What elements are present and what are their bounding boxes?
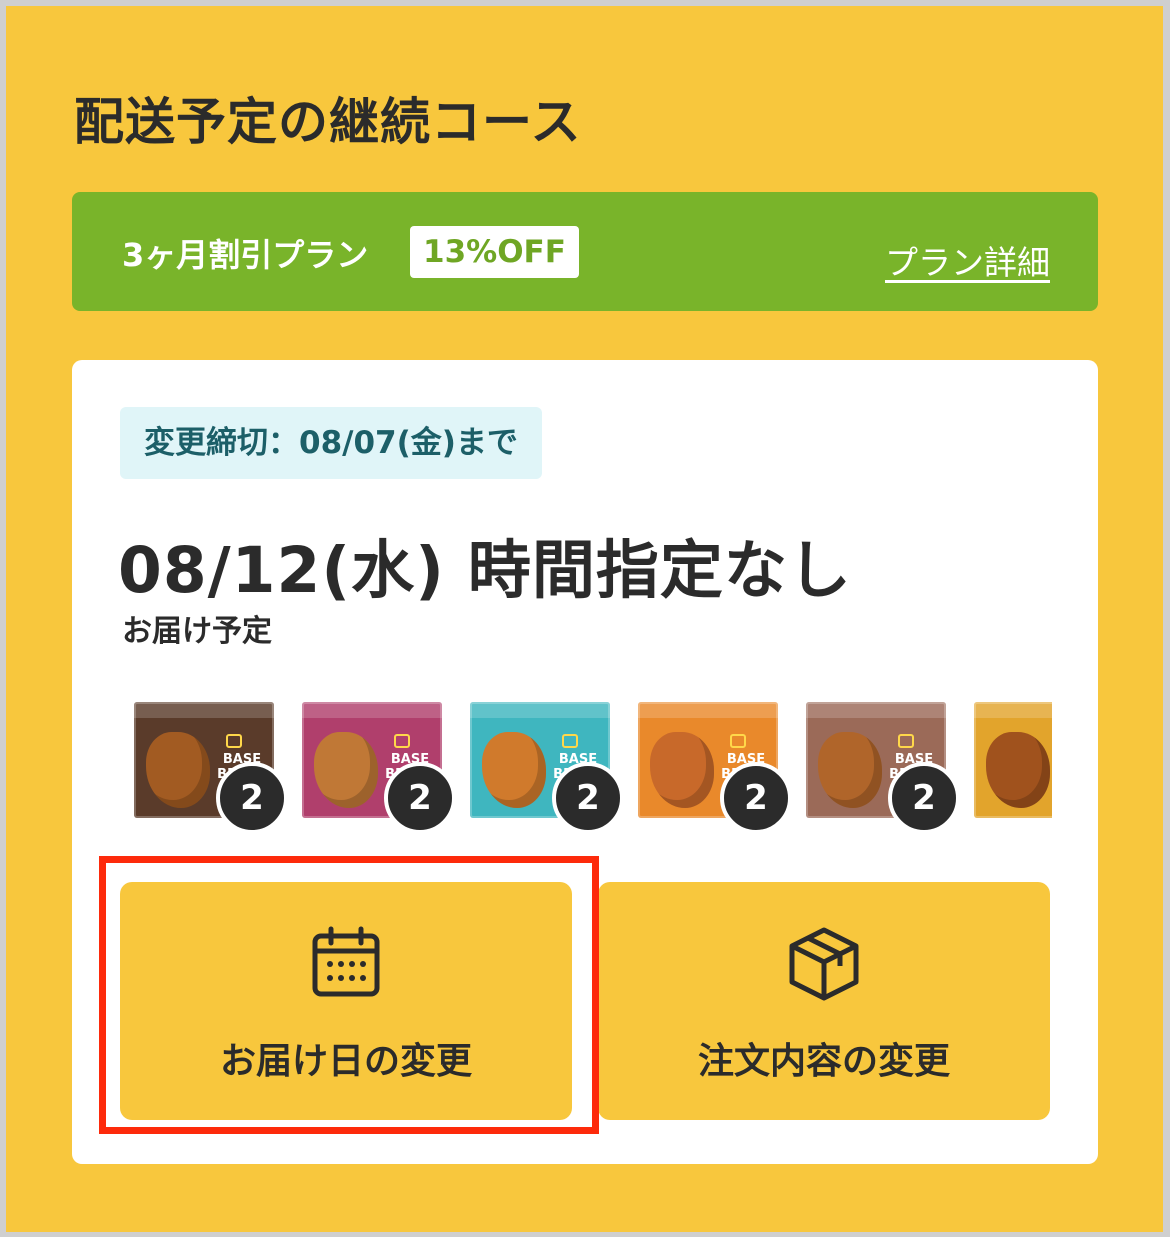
package-label-strip bbox=[806, 702, 946, 718]
change-delivery-date-button[interactable]: お届け日の変更 bbox=[120, 882, 572, 1120]
quantity-badge: 2 bbox=[216, 762, 288, 834]
bread-illustration bbox=[314, 732, 378, 808]
package-label-strip bbox=[638, 702, 778, 718]
discount-badge: 13%OFF bbox=[410, 226, 579, 278]
change-deadline-badge: 変更締切：08/07(金)まで bbox=[120, 407, 542, 479]
delivery-card: 変更締切：08/07(金)まで 08/12(水) 時間指定なし お届け予定 BA… bbox=[72, 360, 1098, 1164]
plan-detail-link[interactable]: プラン詳細 bbox=[885, 236, 1050, 284]
page-title: 配送予定の継続コース bbox=[74, 93, 582, 151]
change-order-label: 注文内容の変更 bbox=[697, 1041, 950, 1082]
brand-logo-icon bbox=[898, 734, 914, 748]
brand-logo-icon bbox=[226, 734, 242, 748]
package-label-strip bbox=[302, 702, 442, 718]
product-item: BASE BREAD2 bbox=[470, 692, 624, 842]
product-item bbox=[974, 692, 1052, 842]
package-label-strip bbox=[470, 702, 610, 718]
course-panel: 配送予定の継続コース 3ヶ月割引プラン 13%OFF プラン詳細 変更締切：08… bbox=[6, 6, 1163, 1232]
plan-name: 3ヶ月割引プラン bbox=[122, 236, 369, 274]
product-item: BASE BREAD2 bbox=[134, 692, 288, 842]
brand-logo-icon bbox=[730, 734, 746, 748]
brand-logo-icon bbox=[562, 734, 578, 748]
product-list: BASE BREAD2BASE BREAD2BASE BREAD2BASE BR… bbox=[134, 692, 1052, 842]
package-label-strip bbox=[974, 702, 1052, 718]
plan-bar: 3ヶ月割引プラン 13%OFF プラン詳細 bbox=[72, 192, 1098, 311]
package-label-strip bbox=[134, 702, 274, 718]
product-item: BASE BREAD2 bbox=[302, 692, 456, 842]
quantity-badge: 2 bbox=[888, 762, 960, 834]
delivery-caption: お届け予定 bbox=[122, 614, 272, 649]
change-order-button[interactable]: 注文内容の変更 bbox=[598, 882, 1050, 1120]
delivery-date: 08/12(水) 時間指定なし bbox=[118, 534, 852, 607]
product-package-image bbox=[974, 702, 1052, 818]
product-item: BASE BREAD2 bbox=[806, 692, 960, 842]
calendar-icon bbox=[312, 926, 380, 997]
bread-illustration bbox=[146, 732, 210, 808]
bread-illustration bbox=[986, 732, 1050, 808]
quantity-badge: 2 bbox=[384, 762, 456, 834]
package-box-icon bbox=[789, 927, 859, 1001]
quantity-badge: 2 bbox=[720, 762, 792, 834]
bread-illustration bbox=[650, 732, 714, 808]
bread-illustration bbox=[482, 732, 546, 808]
brand-logo-icon bbox=[394, 734, 410, 748]
bread-illustration bbox=[818, 732, 882, 808]
quantity-badge: 2 bbox=[552, 762, 624, 834]
product-item: BASE BREAD2 bbox=[638, 692, 792, 842]
change-delivery-date-label: お届け日の変更 bbox=[219, 1041, 472, 1082]
